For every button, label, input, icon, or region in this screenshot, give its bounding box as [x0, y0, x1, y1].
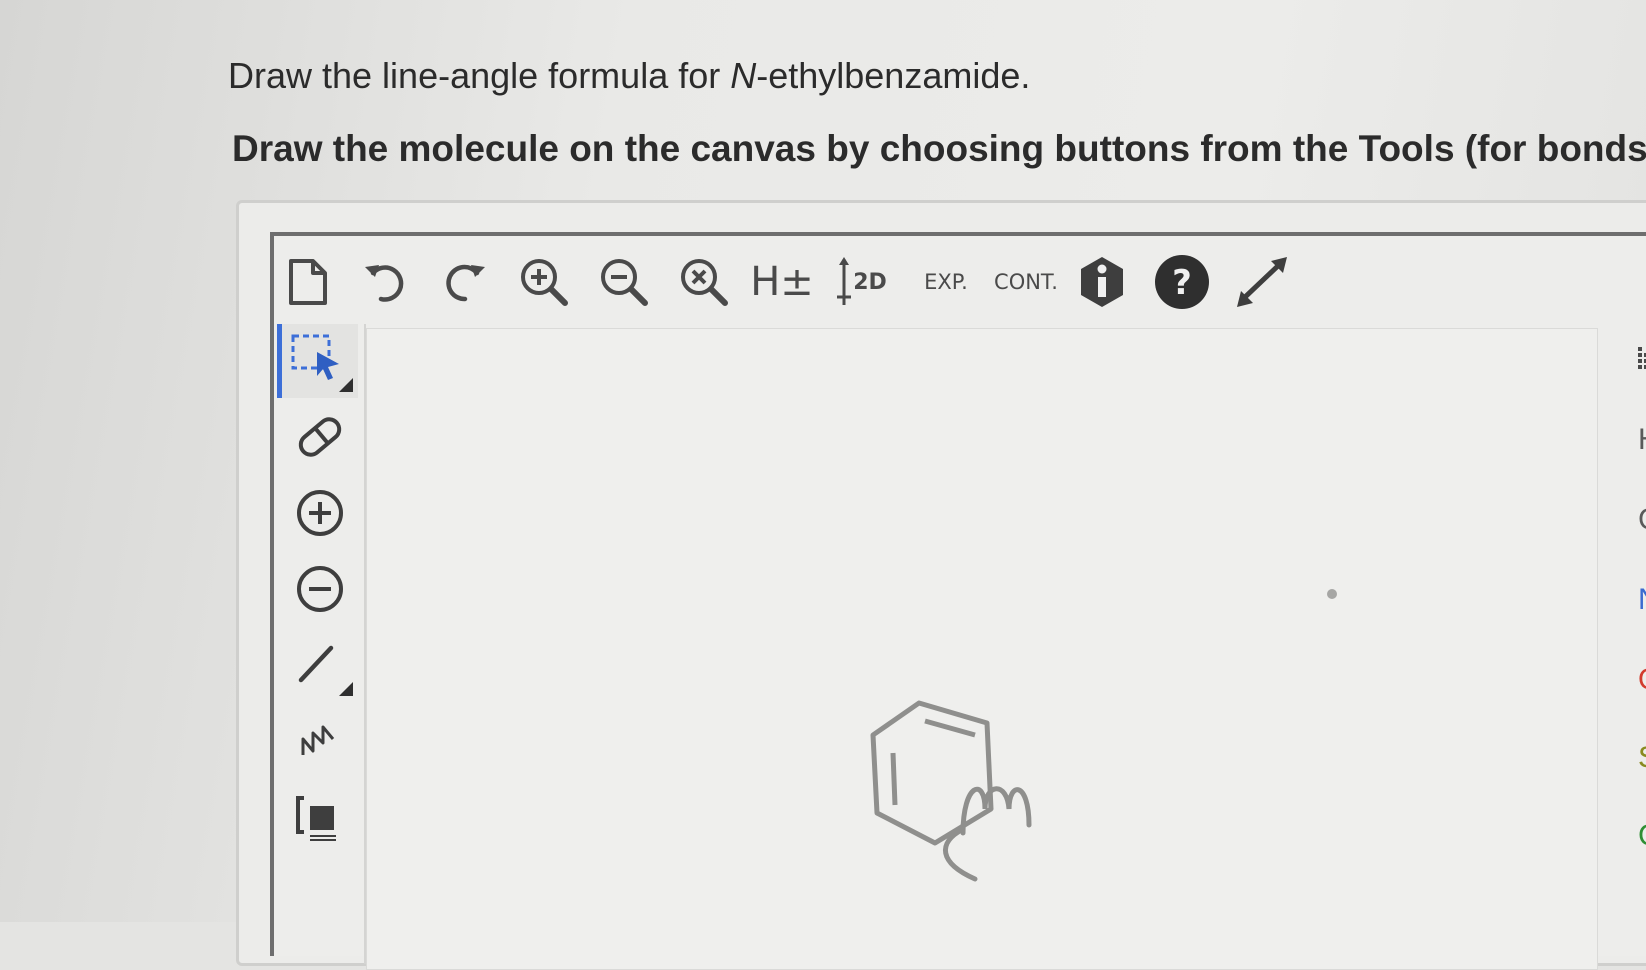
question-prefix: Draw the line-angle formula for [228, 55, 731, 96]
drawing-canvas[interactable] [366, 328, 1598, 970]
increase-charge-button[interactable] [282, 476, 358, 550]
element-n-button[interactable]: N [1606, 570, 1646, 630]
bracket-tool-button[interactable] [282, 780, 358, 854]
left-toolbar [274, 324, 366, 964]
expand-label: EXP. [924, 270, 968, 294]
benzene-ring-icon [870, 700, 1032, 882]
bond-tool-button[interactable] [282, 628, 358, 702]
fullscreen-button[interactable] [1230, 252, 1294, 312]
chain-tool-button[interactable] [282, 704, 358, 778]
zoom-in-button[interactable] [512, 252, 576, 312]
hydrogen-toggle-button[interactable]: H± [750, 252, 814, 312]
new-button[interactable] [276, 252, 340, 312]
zoom-reset-button[interactable] [672, 252, 736, 312]
info-icon [1081, 257, 1123, 307]
single-bond-icon [298, 645, 353, 696]
zoom-reset-icon [681, 259, 728, 306]
info-button[interactable] [1070, 252, 1134, 312]
canvas-cursor-dot [1327, 589, 1337, 599]
hydrogen-toggle-label: H± [750, 259, 814, 305]
element-s-button[interactable]: S [1606, 728, 1646, 788]
zoom-in-icon [521, 259, 568, 306]
instructions-text: Draw the molecule on the canvas by choos… [232, 128, 1646, 169]
minus-charge-icon [297, 566, 343, 612]
zoom-out-button[interactable] [592, 252, 656, 312]
question-text: Draw the line-angle formula for N-ethylb… [228, 55, 1030, 97]
contract-label: CONT. [994, 270, 1058, 294]
document-icon [289, 259, 327, 305]
periodic-table-button[interactable] [1606, 332, 1646, 392]
help-button[interactable]: ? [1150, 252, 1214, 312]
periodic-table-icon [1638, 347, 1646, 369]
clean-2d-axis-icon [837, 257, 852, 305]
zoom-out-icon [601, 259, 648, 306]
element-o-button[interactable]: O [1606, 650, 1646, 710]
lasso-select-icon [291, 334, 353, 392]
element-cl-button[interactable]: Cl [1606, 806, 1646, 866]
eraser-icon [298, 417, 342, 457]
plus-charge-icon [297, 490, 343, 536]
clean-2d-label: 2D [853, 269, 887, 295]
redo-icon [446, 264, 485, 302]
undo-icon [365, 265, 404, 302]
erase-tool-button[interactable] [282, 400, 358, 474]
element-c-button[interactable]: C [1606, 490, 1646, 550]
undo-button[interactable] [354, 252, 418, 312]
chain-icon [301, 725, 335, 755]
clean-2d-button[interactable]: 2D [830, 252, 894, 312]
svg-text:?: ? [1172, 263, 1192, 303]
top-toolbar: H± 2D EXP. CONT. ? [274, 236, 1646, 324]
contract-abbreviation-button[interactable]: CONT. [990, 252, 1062, 312]
bracket-icon [296, 796, 336, 841]
element-h-button[interactable]: H [1606, 410, 1646, 470]
redo-button[interactable] [432, 252, 496, 312]
question-italic: N [730, 55, 757, 96]
help-icon: ? [1155, 255, 1209, 309]
molecule-editor: H± 2D EXP. CONT. ? [270, 232, 1646, 970]
select-tool-button[interactable] [277, 324, 358, 398]
expand-abbreviation-button[interactable]: EXP. [910, 252, 982, 312]
element-palette: H C N O S Cl [1606, 324, 1646, 964]
decrease-charge-button[interactable] [282, 552, 358, 626]
question-suffix: -ethylbenzamide. [756, 55, 1031, 96]
expand-icon [1237, 257, 1287, 307]
